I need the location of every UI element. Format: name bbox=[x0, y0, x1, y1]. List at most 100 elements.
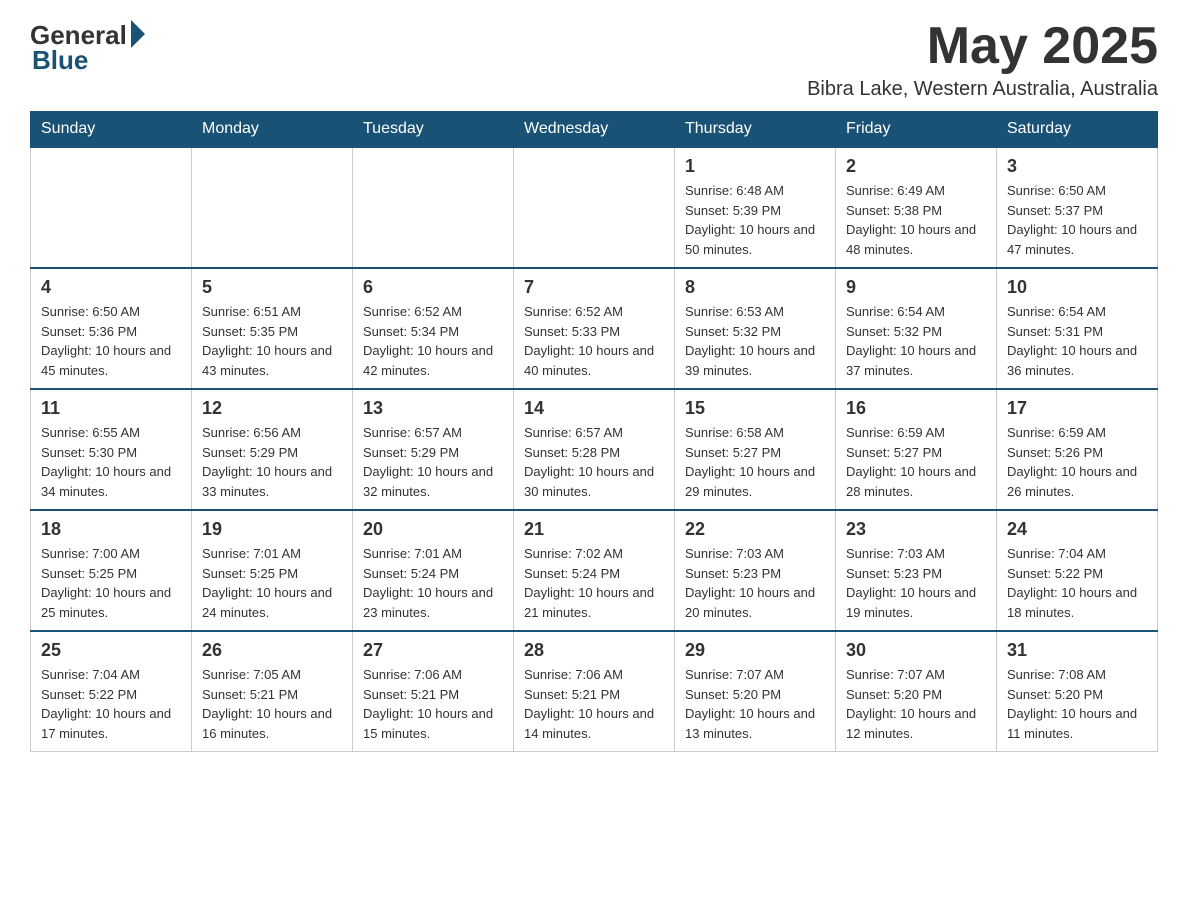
day-info: Sunrise: 6:50 AMSunset: 5:37 PMDaylight:… bbox=[1007, 181, 1147, 259]
day-info: Sunrise: 7:06 AMSunset: 5:21 PMDaylight:… bbox=[363, 665, 503, 743]
day-info: Sunrise: 6:57 AMSunset: 5:29 PMDaylight:… bbox=[363, 423, 503, 501]
logo-blue-text: Blue bbox=[32, 45, 88, 76]
calendar-cell: 28 Sunrise: 7:06 AMSunset: 5:21 PMDayligh… bbox=[514, 631, 675, 752]
calendar-cell: 6 Sunrise: 6:52 AMSunset: 5:34 PMDaylight… bbox=[353, 268, 514, 389]
day-number: 30 bbox=[846, 640, 986, 661]
day-info: Sunrise: 7:07 AMSunset: 5:20 PMDaylight:… bbox=[685, 665, 825, 743]
calendar-cell: 2 Sunrise: 6:49 AMSunset: 5:38 PMDaylight… bbox=[836, 147, 997, 268]
calendar-cell: 19Sunrise: 7:01 AMSunset: 5:25 PMDayligh… bbox=[192, 510, 353, 631]
page-header: General Blue May 2025 Bibra Lake, Wester… bbox=[30, 20, 1158, 101]
day-info: Sunrise: 7:02 AMSunset: 5:24 PMDaylight:… bbox=[524, 544, 664, 622]
day-number: 19 bbox=[202, 519, 342, 540]
calendar-cell: 30Sunrise: 7:07 AMSunset: 5:20 PMDayligh… bbox=[836, 631, 997, 752]
day-number: 9 bbox=[846, 277, 986, 298]
calendar-cell: 26 Sunrise: 7:05 AMSunset: 5:21 PMDayligh… bbox=[192, 631, 353, 752]
day-number: 21 bbox=[524, 519, 664, 540]
day-info: Sunrise: 7:03 AMSunset: 5:23 PMDaylight:… bbox=[685, 544, 825, 622]
calendar-week-row: 4 Sunrise: 6:50 AMSunset: 5:36 PMDaylight… bbox=[31, 268, 1158, 389]
calendar-cell: 29 Sunrise: 7:07 AMSunset: 5:20 PMDayligh… bbox=[675, 631, 836, 752]
calendar-cell: 15Sunrise: 6:58 AMSunset: 5:27 PMDayligh… bbox=[675, 389, 836, 510]
calendar-cell: 12 Sunrise: 6:56 AMSunset: 5:29 PMDayligh… bbox=[192, 389, 353, 510]
day-number: 6 bbox=[363, 277, 503, 298]
calendar-cell: 7Sunrise: 6:52 AMSunset: 5:33 PMDaylight… bbox=[514, 268, 675, 389]
calendar-cell: 17 Sunrise: 6:59 AMSunset: 5:26 PMDayligh… bbox=[997, 389, 1158, 510]
day-info: Sunrise: 7:06 AMSunset: 5:21 PMDaylight:… bbox=[524, 665, 664, 743]
day-of-week-header: Monday bbox=[192, 112, 353, 148]
day-number: 4 bbox=[41, 277, 181, 298]
day-info: Sunrise: 6:48 AMSunset: 5:39 PMDaylight:… bbox=[685, 181, 825, 259]
calendar-header-row: SundayMondayTuesdayWednesdayThursdayFrid… bbox=[31, 112, 1158, 148]
day-info: Sunrise: 7:05 AMSunset: 5:21 PMDaylight:… bbox=[202, 665, 342, 743]
day-number: 3 bbox=[1007, 156, 1147, 177]
day-number: 7 bbox=[524, 277, 664, 298]
calendar-cell bbox=[31, 147, 192, 268]
logo: General Blue bbox=[30, 20, 145, 76]
calendar-cell: 16 Sunrise: 6:59 AMSunset: 5:27 PMDayligh… bbox=[836, 389, 997, 510]
day-number: 11 bbox=[41, 398, 181, 419]
calendar-cell: 23 Sunrise: 7:03 AMSunset: 5:23 PMDayligh… bbox=[836, 510, 997, 631]
calendar-cell: 3 Sunrise: 6:50 AMSunset: 5:37 PMDaylight… bbox=[997, 147, 1158, 268]
day-of-week-header: Saturday bbox=[997, 112, 1158, 148]
day-info: Sunrise: 6:55 AMSunset: 5:30 PMDaylight:… bbox=[41, 423, 181, 501]
day-number: 23 bbox=[846, 519, 986, 540]
day-info: Sunrise: 7:04 AMSunset: 5:22 PMDaylight:… bbox=[1007, 544, 1147, 622]
day-number: 26 bbox=[202, 640, 342, 661]
calendar-cell: 8 Sunrise: 6:53 AMSunset: 5:32 PMDaylight… bbox=[675, 268, 836, 389]
day-info: Sunrise: 6:52 AMSunset: 5:34 PMDaylight:… bbox=[363, 302, 503, 380]
month-year-title: May 2025 bbox=[807, 20, 1158, 72]
day-info: Sunrise: 6:50 AMSunset: 5:36 PMDaylight:… bbox=[41, 302, 181, 380]
calendar-cell bbox=[353, 147, 514, 268]
calendar-cell: 18Sunrise: 7:00 AMSunset: 5:25 PMDayligh… bbox=[31, 510, 192, 631]
calendar-cell: 20Sunrise: 7:01 AMSunset: 5:24 PMDayligh… bbox=[353, 510, 514, 631]
day-number: 29 bbox=[685, 640, 825, 661]
calendar-week-row: 11 Sunrise: 6:55 AMSunset: 5:30 PMDayligh… bbox=[31, 389, 1158, 510]
day-number: 18 bbox=[41, 519, 181, 540]
calendar-cell: 22Sunrise: 7:03 AMSunset: 5:23 PMDayligh… bbox=[675, 510, 836, 631]
calendar-cell: 13 Sunrise: 6:57 AMSunset: 5:29 PMDayligh… bbox=[353, 389, 514, 510]
day-info: Sunrise: 7:03 AMSunset: 5:23 PMDaylight:… bbox=[846, 544, 986, 622]
calendar-cell: 9 Sunrise: 6:54 AMSunset: 5:32 PMDaylight… bbox=[836, 268, 997, 389]
day-of-week-header: Wednesday bbox=[514, 112, 675, 148]
day-info: Sunrise: 6:59 AMSunset: 5:27 PMDaylight:… bbox=[846, 423, 986, 501]
title-area: May 2025 Bibra Lake, Western Australia, … bbox=[807, 20, 1158, 101]
day-number: 31 bbox=[1007, 640, 1147, 661]
day-of-week-header: Friday bbox=[836, 112, 997, 148]
calendar-cell: 31 Sunrise: 7:08 AMSunset: 5:20 PMDayligh… bbox=[997, 631, 1158, 752]
day-info: Sunrise: 6:49 AMSunset: 5:38 PMDaylight:… bbox=[846, 181, 986, 259]
day-info: Sunrise: 7:08 AMSunset: 5:20 PMDaylight:… bbox=[1007, 665, 1147, 743]
location-subtitle: Bibra Lake, Western Australia, Australia bbox=[807, 78, 1158, 101]
day-info: Sunrise: 6:57 AMSunset: 5:28 PMDaylight:… bbox=[524, 423, 664, 501]
calendar-table: SundayMondayTuesdayWednesdayThursdayFrid… bbox=[30, 111, 1158, 752]
day-number: 12 bbox=[202, 398, 342, 419]
day-of-week-header: Thursday bbox=[675, 112, 836, 148]
calendar-cell bbox=[514, 147, 675, 268]
day-number: 10 bbox=[1007, 277, 1147, 298]
day-info: Sunrise: 7:04 AMSunset: 5:22 PMDaylight:… bbox=[41, 665, 181, 743]
calendar-week-row: 18Sunrise: 7:00 AMSunset: 5:25 PMDayligh… bbox=[31, 510, 1158, 631]
day-info: Sunrise: 6:59 AMSunset: 5:26 PMDaylight:… bbox=[1007, 423, 1147, 501]
calendar-cell: 5 Sunrise: 6:51 AMSunset: 5:35 PMDaylight… bbox=[192, 268, 353, 389]
calendar-week-row: 25Sunrise: 7:04 AMSunset: 5:22 PMDayligh… bbox=[31, 631, 1158, 752]
day-number: 28 bbox=[524, 640, 664, 661]
day-of-week-header: Tuesday bbox=[353, 112, 514, 148]
day-of-week-header: Sunday bbox=[31, 112, 192, 148]
day-number: 5 bbox=[202, 277, 342, 298]
day-number: 27 bbox=[363, 640, 503, 661]
calendar-cell bbox=[192, 147, 353, 268]
day-number: 2 bbox=[846, 156, 986, 177]
day-number: 13 bbox=[363, 398, 503, 419]
calendar-cell: 1Sunrise: 6:48 AMSunset: 5:39 PMDaylight… bbox=[675, 147, 836, 268]
calendar-cell: 27 Sunrise: 7:06 AMSunset: 5:21 PMDayligh… bbox=[353, 631, 514, 752]
calendar-cell: 10Sunrise: 6:54 AMSunset: 5:31 PMDayligh… bbox=[997, 268, 1158, 389]
calendar-cell: 24 Sunrise: 7:04 AMSunset: 5:22 PMDayligh… bbox=[997, 510, 1158, 631]
day-info: Sunrise: 6:51 AMSunset: 5:35 PMDaylight:… bbox=[202, 302, 342, 380]
day-number: 8 bbox=[685, 277, 825, 298]
day-info: Sunrise: 6:53 AMSunset: 5:32 PMDaylight:… bbox=[685, 302, 825, 380]
calendar-cell: 4 Sunrise: 6:50 AMSunset: 5:36 PMDaylight… bbox=[31, 268, 192, 389]
day-number: 16 bbox=[846, 398, 986, 419]
day-number: 24 bbox=[1007, 519, 1147, 540]
day-info: Sunrise: 6:56 AMSunset: 5:29 PMDaylight:… bbox=[202, 423, 342, 501]
day-number: 17 bbox=[1007, 398, 1147, 419]
day-info: Sunrise: 6:54 AMSunset: 5:32 PMDaylight:… bbox=[846, 302, 986, 380]
calendar-cell: 25Sunrise: 7:04 AMSunset: 5:22 PMDayligh… bbox=[31, 631, 192, 752]
